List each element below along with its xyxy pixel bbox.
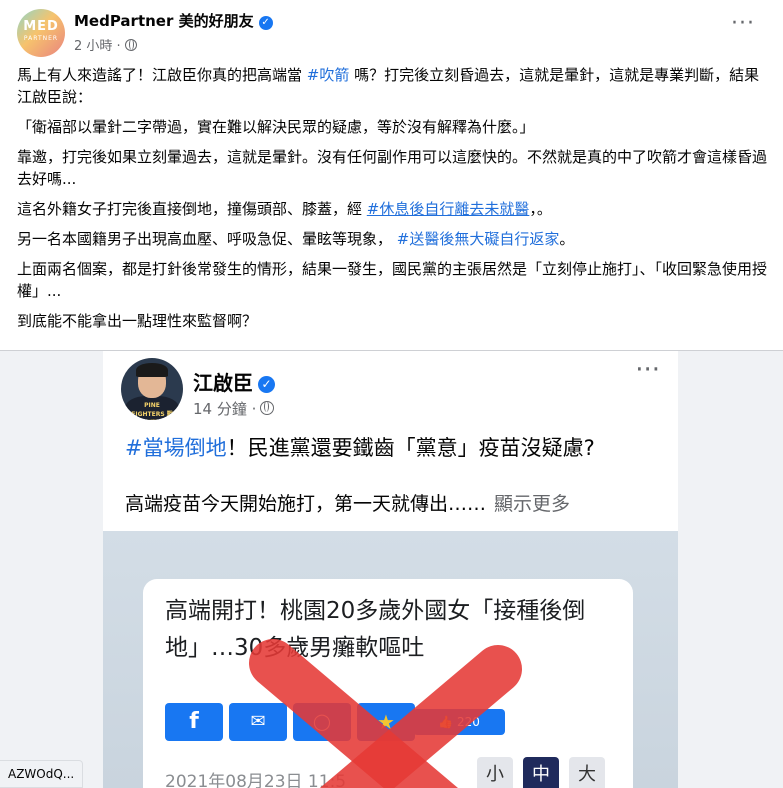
line-icon: ◯	[293, 703, 351, 741]
screenshot-image: PINE FIGHTERS 戰鬥隊 江啟臣 ✓ 14 分鐘 · ··· #當場倒地…	[103, 351, 678, 788]
post-text: ，。	[529, 200, 552, 218]
post-paragraph: 「衛福部以暈針二字帶過，實在難以解決民眾的疑慮，等於沒有解釋為什麼。」	[17, 118, 535, 136]
shared-timestamp: 14 分鐘 ·	[193, 400, 257, 418]
font-size-medium: 中	[523, 757, 559, 788]
headline-text: ！民進黨還要鐵齒「黨意」疫苗沒疑慮?	[226, 436, 595, 460]
shared-avatar: PINE FIGHTERS 戰鬥隊	[121, 358, 183, 420]
font-size-small: 小	[477, 757, 513, 788]
shared-name-text: 江啟臣	[193, 371, 253, 395]
post-paragraph: 這名外籍女子打完後直接倒地，撞傷頭部、膝蓋，經 #休息後自行離去未就醫，。	[17, 198, 772, 220]
post-paragraph: 到底能不能拿出一點理性來監督啊？	[17, 312, 258, 330]
facebook-icon: f	[165, 703, 223, 741]
avatar-logo-subtext: PARTNER	[23, 35, 59, 42]
news-title: 高端開打！桃園20多歲外國女「接種後倒地」…30多歲男癱軟嘔吐	[165, 598, 586, 661]
post-text: 另一名本國籍男子出現高血壓、呼吸急促、暈眩等現象，	[17, 230, 397, 248]
verified-badge-icon: ✓	[258, 16, 273, 30]
thumbs-up-icon: 👍	[438, 715, 454, 729]
post-paragraph: 另一名本國籍男子出現高血壓、呼吸急促、暈眩等現象， #送醫後無大礙自行返家。	[17, 228, 772, 250]
avatar-badge-text: PINE FIGHTERS 戰鬥隊	[131, 402, 173, 418]
font-size-large: 大	[569, 757, 605, 788]
hashtag-text: #當場倒地	[125, 436, 227, 460]
page-name-text[interactable]: MedPartner 美的好朋友	[74, 12, 254, 30]
see-more-text: 顯示更多	[494, 493, 571, 515]
shared-page-name: 江啟臣 ✓	[193, 367, 275, 396]
summary-text: 高端疫苗今天開始施打，第一天就傳出……	[125, 493, 487, 515]
globe-icon	[124, 39, 137, 51]
like-count-button: 👍 220	[413, 709, 505, 735]
hashtag-link[interactable]: #休息後自行離去未就醫	[367, 200, 530, 218]
shared-meta: 14 分鐘 ·	[193, 398, 275, 419]
post-text: 。	[559, 230, 575, 248]
globe-icon	[260, 401, 275, 415]
post-paragraph: 馬上有人來造謠了！江啟臣你真的把高端當 #吹箭 嗎？打完後立刻昏過去，這就是暈針…	[17, 64, 772, 108]
more-options-icon[interactable]: ···	[725, 13, 761, 42]
url-status-tooltip: AZWOdQ...	[0, 760, 84, 788]
news-date: 2021年08月23日 11:5	[165, 772, 347, 788]
page-avatar[interactable]: MED PARTNER	[17, 9, 65, 57]
page-name-link[interactable]: MedPartner 美的好朋友 ✓	[74, 10, 273, 31]
messenger-icon: ✉	[229, 703, 287, 741]
shared-summary: 高端疫苗今天開始施打，第一天就傳出…… 顯示更多	[125, 489, 570, 516]
post-text: 馬上有人來造謠了！江啟臣你真的把高端當	[17, 66, 307, 84]
post-text: 這名外籍女子打完後直接倒地，撞傷頭部、膝蓋，經	[17, 200, 367, 218]
post-paragraph: 上面兩名個案，都是打針後常發生的情形，結果一發生，國民黨的主張居然是「立刻停止施…	[17, 260, 768, 300]
post-image[interactable]: PINE FIGHTERS 戰鬥隊 江啟臣 ✓ 14 分鐘 · ··· #當場倒地…	[0, 351, 783, 788]
post-header: MED PARTNER MedPartner 美的好朋友 ✓ 2 小時 · ···	[0, 0, 783, 64]
avatar-hair	[136, 363, 168, 377]
bookmark-star-icon: ★	[357, 703, 415, 741]
hashtag-link[interactable]: #吹箭	[307, 66, 350, 84]
verified-badge-icon: ✓	[258, 376, 275, 393]
avatar-logo-text: MED	[23, 19, 59, 34]
shared-headline: #當場倒地！民進黨還要鐵齒「黨意」疫苗沒疑慮?	[125, 433, 595, 463]
post-body: 馬上有人來造謠了！江啟臣你真的把高端當 #吹箭 嗎？打完後立刻昏過去，這就是暈針…	[17, 64, 772, 340]
hashtag-link[interactable]: #送醫後無大礙自行返家	[397, 230, 560, 248]
post-timestamp[interactable]: 2 小時 ·	[74, 39, 121, 54]
like-count: 220	[456, 715, 480, 729]
post-meta: 2 小時 ·	[74, 35, 137, 54]
news-card: 高端開打！桃園20多歲外國女「接種後倒地」…30多歲男癱軟嘔吐 f ✉ ◯ ★ …	[143, 579, 633, 788]
more-options-icon: ···	[635, 355, 660, 385]
post-paragraph: 靠邀，打完後如果立刻暈過去，這就是暈針。沒有任何副作用可以這麼快的。不然就是真的…	[17, 148, 768, 188]
